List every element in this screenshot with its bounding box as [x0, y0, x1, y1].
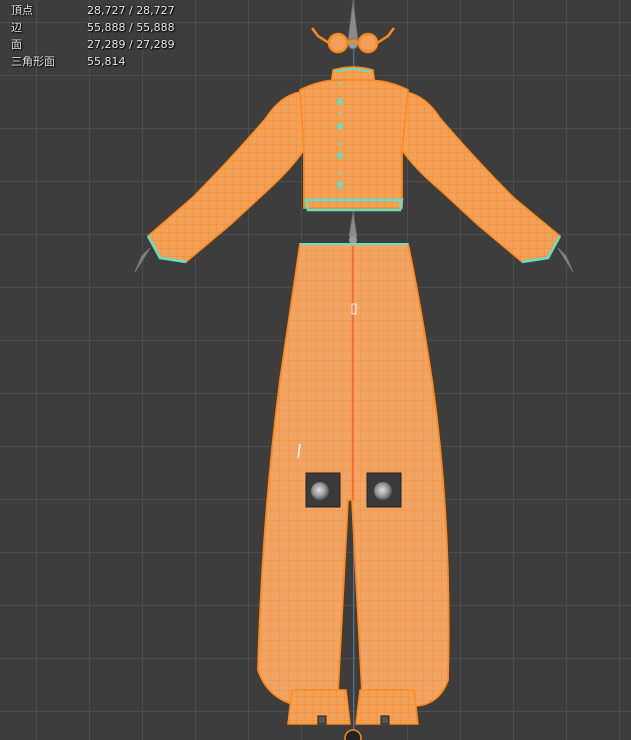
stat-row-edges: 辺 55,888 / 55,888 — [11, 19, 175, 36]
bone-gizmo-right-hand[interactable] — [557, 247, 574, 273]
camera-gizmo[interactable] — [344, 729, 362, 740]
stat-value: 28,727 / 28,727 — [87, 4, 175, 17]
bone-gizmo-left-hand[interactable] — [134, 247, 151, 273]
light-gizmo-right[interactable] — [366, 472, 402, 508]
mesh-model[interactable] — [0, 0, 631, 740]
left-sleeve[interactable] — [147, 91, 305, 263]
stat-label: 面 — [11, 38, 22, 51]
3d-viewport[interactable]: 頂点 28,727 / 28,727 辺 55,888 / 55,888 面 2… — [0, 0, 631, 740]
stat-row-vertices: 頂点 28,727 / 28,727 — [11, 2, 175, 19]
statistics-overlay: 頂点 28,727 / 28,727 辺 55,888 / 55,888 面 2… — [11, 2, 175, 70]
stat-label: 三角形面 — [11, 55, 55, 68]
right-sleeve[interactable] — [401, 91, 561, 263]
stat-value: 27,289 / 27,289 — [87, 38, 175, 51]
jacket-torso[interactable] — [299, 79, 409, 209]
stat-row-triangles: 三角形面 55,814 — [11, 53, 175, 70]
bone-gizmo-waist[interactable] — [348, 211, 358, 244]
stat-label: 辺 — [11, 21, 22, 34]
stat-value: 55,814 — [87, 55, 126, 68]
light-gizmo-left[interactable] — [305, 472, 341, 508]
stat-value: 55,888 / 55,888 — [87, 21, 175, 34]
stat-row-faces: 面 27,289 / 27,289 — [11, 36, 175, 53]
stat-label: 頂点 — [11, 4, 33, 17]
